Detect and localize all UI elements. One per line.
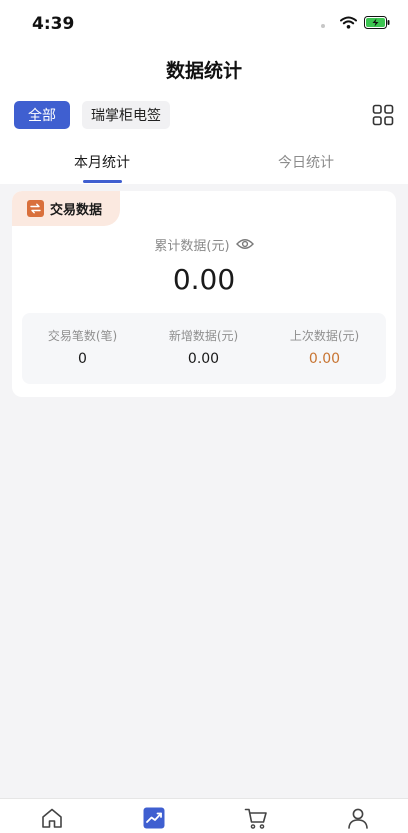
- camera-indicator: [321, 24, 325, 28]
- bottom-tab-bar: [0, 798, 408, 833]
- card-badge: 交易数据: [12, 191, 120, 226]
- total-label-row: 累计数据(元): [12, 235, 396, 254]
- active-tab-indicator: [83, 180, 122, 183]
- chart-icon[interactable]: [141, 805, 167, 831]
- filter-chip-device[interactable]: 瑞掌柜电签: [82, 101, 170, 129]
- stats-summary: 交易笔数(笔) 0 新增数据(元) 0.00 上次数据(元) 0.00: [22, 313, 386, 384]
- status-icons: [340, 14, 390, 33]
- total-value: 0.00: [172, 263, 236, 296]
- stat-label: 上次数据(元): [289, 329, 360, 343]
- status-time: 4:39: [32, 14, 75, 34]
- tab-daily-stats[interactable]: 今日统计: [246, 152, 366, 172]
- tab-monthly-stats[interactable]: 本月统计: [42, 152, 162, 172]
- card-badge-label: 交易数据: [50, 203, 103, 218]
- stat-label: 交易笔数(笔): [47, 329, 118, 343]
- cart-icon[interactable]: [243, 805, 269, 831]
- stat-last-data: 上次数据(元) 0.00: [264, 327, 385, 367]
- stat-label: 新增数据(元): [168, 329, 239, 343]
- stat-value: 0: [78, 351, 87, 367]
- eye-icon[interactable]: [235, 235, 254, 254]
- user-icon[interactable]: [345, 805, 371, 831]
- battery-charging-icon: [364, 14, 390, 33]
- wifi-icon: [340, 14, 357, 33]
- stat-new-data: 新增数据(元) 0.00: [143, 327, 264, 367]
- swap-icon: [27, 200, 44, 217]
- grid-icon[interactable]: [372, 104, 394, 126]
- home-icon[interactable]: [39, 805, 65, 831]
- trade-data-card: 交易数据 累计数据(元) 0.00 交易笔数(笔) 0 新增数据(元) 0.00…: [12, 191, 396, 397]
- total-label: 累计数据(元): [154, 239, 230, 254]
- stat-value: 0.00: [187, 351, 220, 367]
- stat-trade-count: 交易笔数(笔) 0: [22, 327, 143, 367]
- filter-chip-all[interactable]: 全部: [14, 101, 70, 129]
- page-title: 数据统计: [165, 60, 242, 82]
- stat-value: 0.00: [308, 351, 341, 367]
